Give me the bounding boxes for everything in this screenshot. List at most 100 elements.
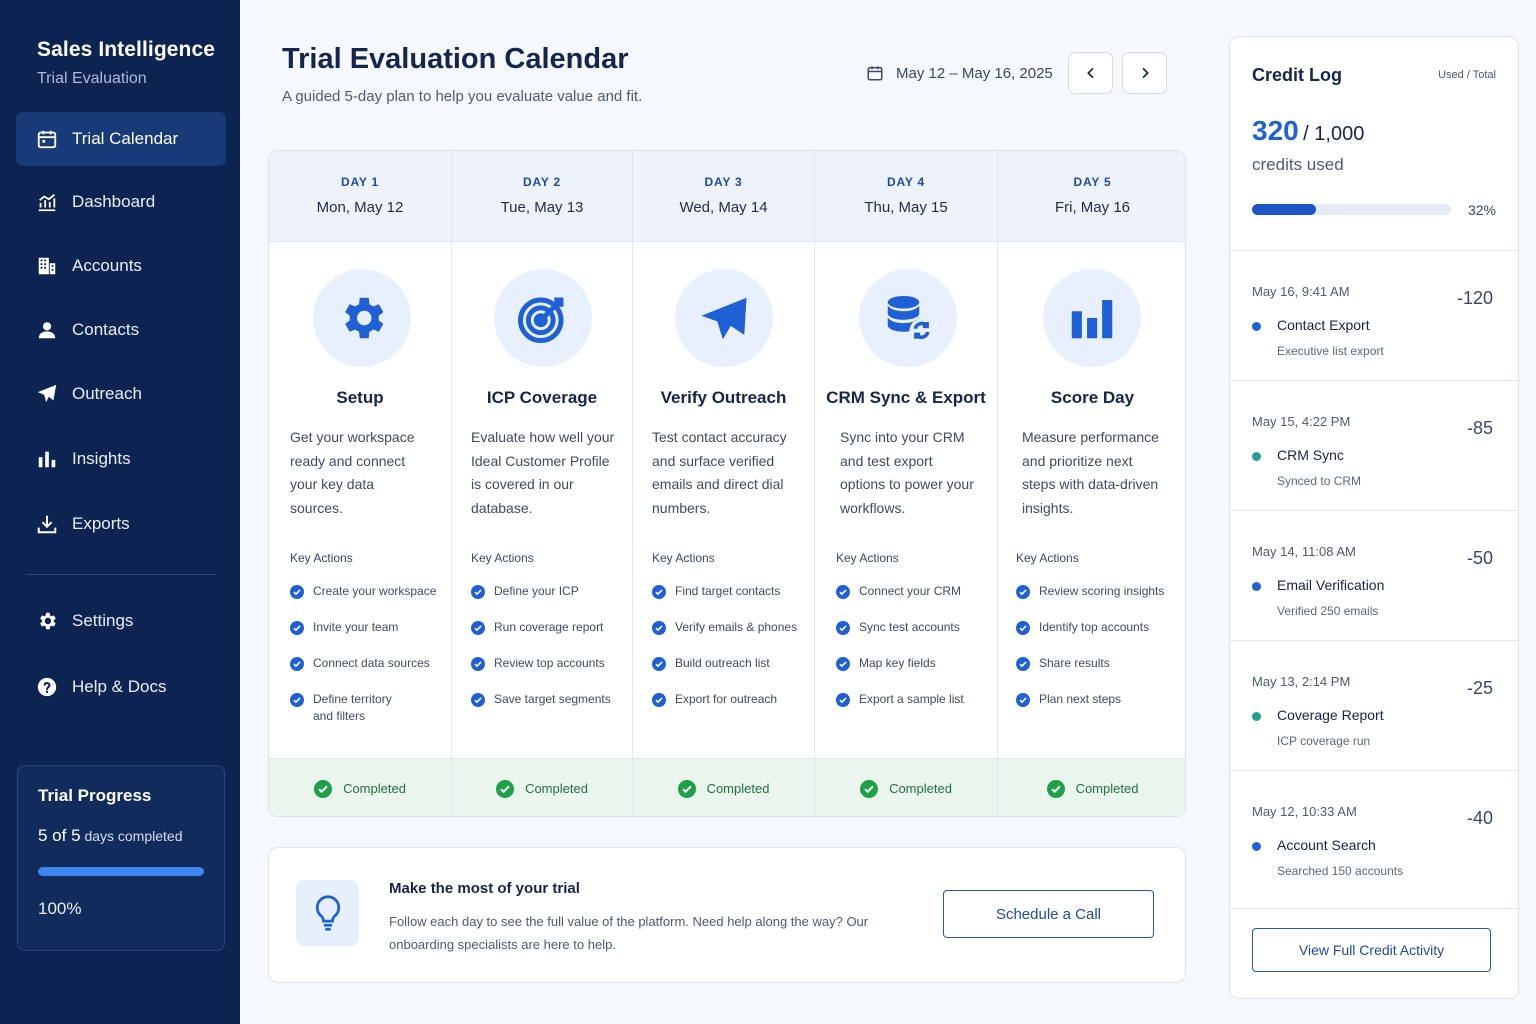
check-circle-icon	[471, 693, 485, 707]
day-label: DAY 4	[886, 175, 926, 189]
trial-progress-bar	[38, 867, 204, 876]
entry-timestamp: May 12, 10:33 AM	[1252, 804, 1357, 819]
trial-calendar: DAY 1 Mon, May 12 Setup Get your workspa…	[268, 150, 1186, 817]
check-circle-icon	[836, 621, 850, 635]
day-column-1: DAY 1 Mon, May 12 Setup Get your workspa…	[269, 151, 452, 816]
action-item[interactable]: Connect your CRM	[836, 583, 994, 619]
action-item[interactable]: Run coverage report	[471, 619, 629, 655]
action-item[interactable]: Find target contacts	[652, 583, 812, 619]
status-label: Completed	[525, 781, 588, 796]
action-item[interactable]: Invite your team	[290, 619, 445, 655]
action-item[interactable]: Save target segments	[471, 691, 629, 727]
credits-total-value: / 1,000	[1303, 123, 1365, 145]
credit-entry[interactable]: May 15, 4:22 PM -85 CRM Sync Synced to C…	[1230, 380, 1518, 510]
entry-delta: -85	[1466, 418, 1493, 438]
entry-name: Email Verification	[1277, 577, 1385, 593]
entry-detail: Synced to CRM	[1277, 474, 1362, 488]
chevron-left-icon	[1086, 67, 1094, 79]
day-status: Completed	[452, 758, 632, 816]
day-icon-badge	[494, 269, 592, 367]
key-actions-label: Key Actions	[290, 551, 353, 565]
action-item[interactable]: Review top accounts	[471, 655, 629, 691]
action-label: Identify top accounts	[1039, 620, 1150, 634]
action-label: Build outreach list	[675, 656, 770, 670]
action-item[interactable]: Identify top accounts	[1016, 619, 1182, 655]
action-item[interactable]: Export for outreach	[652, 691, 812, 727]
database-sync-icon	[887, 295, 933, 342]
check-circle-icon	[314, 779, 333, 798]
action-label: Export a sample list	[859, 692, 964, 706]
action-item[interactable]: Sync test accounts	[836, 619, 994, 655]
action-label: Map key fields	[859, 656, 936, 670]
key-actions-list: Connect your CRM Sync test accounts Map …	[836, 583, 994, 727]
credit-entry[interactable]: May 16, 9:41 AM -120 Contact Export Exec…	[1230, 250, 1518, 380]
action-item[interactable]: Map key fields	[836, 655, 994, 691]
tip-text: Follow each day to see the full value of…	[389, 914, 869, 952]
action-label: Run coverage report	[494, 620, 604, 634]
action-label: Connect your CRM	[859, 584, 962, 598]
nav-item-help[interactable]: Help & Docs	[16, 660, 226, 714]
action-item[interactable]: Connect data sources	[290, 655, 445, 691]
check-circle-icon	[1016, 693, 1030, 707]
action-label: Define your ICP	[494, 584, 579, 598]
day-label: DAY 2	[522, 175, 562, 189]
action-item[interactable]: Verify emails & phones	[652, 619, 812, 655]
nav-item-accounts[interactable]: Accounts	[16, 239, 226, 293]
next-week-button[interactable]	[1122, 52, 1167, 94]
credit-log-hint: Used / Total	[1438, 69, 1496, 81]
check-circle-icon	[290, 693, 304, 707]
action-item[interactable]: Plan next steps	[1016, 691, 1182, 727]
nav-item-outreach[interactable]: Outreach	[16, 367, 226, 421]
bar-chart-icon	[1071, 300, 1113, 339]
nav-item-dashboard[interactable]: Dashboard	[16, 175, 226, 229]
day-description: Evaluate how well your Ideal Customer Pr…	[471, 429, 615, 516]
action-item[interactable]: Review scoring insights	[1016, 583, 1182, 619]
view-credit-activity-button[interactable]: View Full Credit Activity	[1252, 928, 1491, 972]
entry-status-dot	[1252, 322, 1261, 331]
nav-item-settings[interactable]: Settings	[16, 594, 226, 648]
nav-item-exports[interactable]: Exports	[16, 497, 226, 551]
credit-log-title: Credit Log	[1252, 65, 1342, 85]
check-circle-icon	[471, 585, 485, 599]
user-icon	[38, 322, 56, 339]
nav-item-insights[interactable]: Insights	[16, 432, 226, 486]
credits-used-value: 320	[1252, 115, 1299, 146]
action-label: Create your workspace	[313, 584, 437, 598]
trial-progress-card: Trial Progress 5 of 5 days completed 100…	[17, 765, 225, 951]
credit-entry[interactable]: May 13, 2:14 PM -25 Coverage Report ICP …	[1230, 640, 1518, 770]
prev-week-button[interactable]	[1068, 52, 1113, 94]
check-circle-icon	[290, 621, 304, 635]
day-icon-badge	[675, 269, 773, 367]
brand-title: Sales Intelligence	[37, 38, 216, 61]
nav-item-trial-calendar[interactable]: Trial Calendar	[16, 112, 226, 166]
action-item[interactable]: Build outreach list	[652, 655, 812, 691]
action-item[interactable]: Create your workspace	[290, 583, 445, 619]
entry-delta: -120	[1456, 288, 1493, 308]
action-label: Save target segments	[494, 692, 611, 706]
page-subtitle: A guided 5-day plan to help you evaluate…	[282, 88, 643, 105]
key-actions-list: Find target contacts Verify emails & pho…	[652, 583, 812, 727]
key-actions-label: Key Actions	[836, 551, 899, 565]
chart-icon	[38, 193, 56, 212]
trial-days-suffix: days completed	[84, 828, 183, 844]
credit-entry[interactable]: May 12, 10:33 AM -40 Account Search Sear…	[1230, 770, 1518, 900]
chevron-right-icon	[1141, 67, 1149, 79]
schedule-call-button[interactable]: Schedule a Call	[943, 890, 1154, 938]
key-actions-list: Create your workspace Invite your team C…	[290, 583, 445, 727]
nav-item-contacts[interactable]: Contacts	[16, 303, 226, 357]
entry-name: CRM Sync	[1277, 447, 1344, 463]
credit-entry[interactable]: May 14, 11:08 AM -50 Email Verification …	[1230, 510, 1518, 640]
nav-divider	[26, 574, 216, 575]
credits-percent: 32%	[1467, 202, 1496, 218]
day-icon-badge	[313, 269, 411, 367]
nav-label: Insights	[72, 449, 131, 468]
check-circle-icon	[1016, 621, 1030, 635]
action-item[interactable]: Define territory and filters	[290, 691, 415, 727]
tip-icon-badge	[296, 880, 359, 946]
action-item[interactable]: Share results	[1016, 655, 1182, 691]
day-date: Wed, May 14	[679, 199, 768, 216]
action-item[interactable]: Define your ICP	[471, 583, 629, 619]
day-label: DAY 3	[704, 175, 743, 189]
action-item[interactable]: Export a sample list	[836, 691, 994, 727]
trial-progress-fill	[38, 867, 204, 876]
